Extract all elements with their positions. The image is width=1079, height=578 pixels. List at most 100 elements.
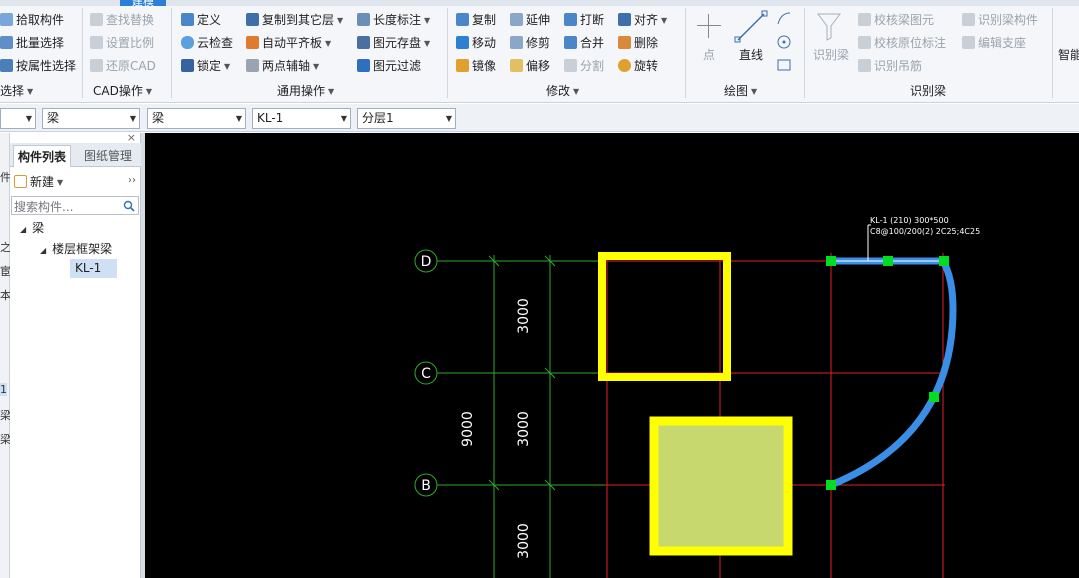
copy-button[interactable]: 复制 bbox=[456, 10, 496, 30]
break-button[interactable]: 打断 bbox=[564, 10, 604, 30]
mirror-icon bbox=[456, 59, 469, 72]
copy-icon bbox=[456, 13, 469, 26]
mirror-button[interactable]: 镜像 bbox=[456, 56, 496, 76]
break-icon bbox=[564, 13, 577, 26]
line-tool-label[interactable]: 直线 bbox=[739, 45, 763, 65]
svg-text:B: B bbox=[421, 478, 431, 494]
align-button[interactable]: 对齐 ▼ bbox=[618, 10, 667, 30]
selector-toolbar: ▼ 梁 ▼ 梁 ▼ KL-1 ▼ 分层1 ▼ bbox=[0, 104, 1079, 132]
grip-mid[interactable] bbox=[883, 256, 893, 266]
ribbon-separator bbox=[82, 8, 83, 98]
offset-icon bbox=[510, 59, 523, 72]
axis-icon bbox=[246, 59, 259, 72]
axis-bubble-c: C bbox=[414, 361, 438, 385]
merge-icon bbox=[564, 36, 577, 49]
category-combo[interactable]: 梁 ▼ bbox=[42, 108, 140, 129]
find-replace-icon bbox=[90, 13, 103, 26]
point-tool-icon[interactable] bbox=[697, 14, 721, 38]
tree-node[interactable]: ◢ 楼层框架梁 bbox=[40, 240, 112, 258]
chevron-down-icon: ▼ bbox=[445, 114, 452, 123]
axis-bubble-b: B bbox=[414, 473, 438, 497]
identify-beam-button[interactable]: 识别梁 bbox=[813, 45, 849, 65]
edit-support-button[interactable]: 编辑支座 bbox=[962, 33, 1026, 53]
tab-modeling[interactable]: 建模 bbox=[120, 0, 166, 6]
delete-button[interactable]: 删除 bbox=[618, 33, 658, 53]
auto-align-slab-button[interactable]: 自动平齐板 ▼ bbox=[246, 33, 331, 53]
filter-icon bbox=[357, 59, 370, 72]
identify-hanger-button[interactable]: 识别吊筋 bbox=[858, 56, 922, 76]
ribbon-separator bbox=[171, 8, 172, 98]
set-scale-button[interactable]: 设置比例 bbox=[90, 33, 154, 53]
split-button[interactable]: 分割 bbox=[564, 56, 604, 76]
restore-cad-button[interactable]: 还原CAD bbox=[90, 56, 156, 76]
component-panel: × 构件列表 图纸管理 新建 ▼ ›› 搜索构件... ◢ 梁 ◢ 楼层框架梁 KL-… bbox=[10, 131, 141, 578]
floor-combo[interactable]: ▼ bbox=[0, 108, 36, 129]
copy-floor-icon bbox=[246, 13, 259, 26]
draw-extra-icons[interactable] bbox=[775, 10, 793, 74]
rotate-button[interactable]: 旋转 bbox=[618, 56, 658, 76]
check-beam-elements-button[interactable]: 校核梁图元 bbox=[858, 10, 934, 30]
tree-root[interactable]: ◢ 梁 bbox=[20, 219, 44, 237]
axis-bubble-d: D bbox=[414, 249, 438, 273]
copy-to-other-floor-button[interactable]: 复制到其它层 ▼ bbox=[246, 10, 343, 30]
point-tool-label[interactable]: 点 bbox=[703, 45, 715, 65]
hanger-icon bbox=[858, 59, 871, 72]
search-input[interactable]: 搜索构件... bbox=[11, 196, 139, 215]
check-in-situ-annotation-button[interactable]: 校核原位标注 bbox=[858, 33, 946, 53]
length-dimension-button[interactable]: 长度标注 ▼ bbox=[357, 10, 430, 30]
smart-button[interactable]: 智能 bbox=[1058, 45, 1079, 65]
pick-component-button[interactable]: 拾取构件 bbox=[0, 10, 64, 30]
drawing-canvas[interactable]: D C B 3000 3000 3000 9000 KL-1 (210) 300… bbox=[145, 133, 1079, 578]
tab-component-list[interactable]: 构件列表 bbox=[13, 145, 72, 167]
batch-select-button[interactable]: 批量选择 bbox=[0, 33, 64, 53]
element-filter-button[interactable]: 图元过滤 bbox=[357, 56, 421, 76]
grip-corner[interactable] bbox=[939, 256, 949, 266]
merge-button[interactable]: 合并 bbox=[564, 33, 604, 53]
layer-combo[interactable]: 分层1 ▼ bbox=[357, 108, 456, 129]
chevron-down-icon: ▼ bbox=[235, 114, 242, 123]
new-button[interactable]: 新建 ▼ bbox=[14, 173, 63, 191]
cloud-icon bbox=[181, 36, 194, 49]
tree-leaf-selected[interactable]: KL-1 bbox=[70, 259, 117, 278]
type-combo[interactable]: 梁 ▼ bbox=[147, 108, 246, 129]
component-combo[interactable]: KL-1 ▼ bbox=[252, 108, 351, 129]
collapse-icon: ◢ bbox=[40, 246, 47, 255]
lock-button[interactable]: 锁定 ▼ bbox=[181, 56, 230, 76]
svg-text:C: C bbox=[421, 366, 431, 382]
group-modify-title: 修改 ▼ bbox=[546, 84, 580, 98]
grip-start[interactable] bbox=[826, 256, 836, 266]
extend-button[interactable]: 延伸 bbox=[510, 10, 550, 30]
expand-icon[interactable]: ›› bbox=[128, 175, 136, 186]
identify-beam-component-button[interactable]: 识别梁构件 bbox=[962, 10, 1038, 30]
grip-end[interactable] bbox=[826, 480, 836, 490]
select-by-attribute-button[interactable]: 按属性选择 bbox=[0, 56, 76, 76]
move-button[interactable]: 移动 bbox=[456, 33, 496, 53]
check-beam-icon bbox=[858, 13, 871, 26]
tab-drawing-management[interactable]: 图纸管理 bbox=[80, 145, 136, 167]
define-button[interactable]: 定义 bbox=[181, 10, 221, 30]
cloud-check-button[interactable]: 云检查 bbox=[181, 33, 233, 53]
offset-button[interactable]: 偏移 bbox=[510, 56, 550, 76]
two-point-axis-button[interactable]: 两点辅轴 ▼ bbox=[246, 56, 319, 76]
line-tool-icon[interactable] bbox=[734, 10, 770, 44]
align-icon bbox=[618, 13, 631, 26]
trim-icon bbox=[510, 36, 523, 49]
chevron-down-icon: ▼ bbox=[129, 114, 136, 123]
strip-label: 1 bbox=[0, 383, 7, 396]
left-dock-strip: 件 之 宦 本 1 梁 梁 bbox=[0, 133, 11, 578]
cad-drawing[interactable]: D C B 3000 3000 3000 9000 KL-1 (210) 300… bbox=[145, 133, 1079, 578]
dim-text-total: 9000 bbox=[460, 411, 476, 447]
identify-beam-icon[interactable] bbox=[816, 12, 842, 42]
attribute-icon bbox=[0, 59, 13, 72]
find-replace-button[interactable]: 查找替换 bbox=[90, 10, 154, 30]
trim-button[interactable]: 修剪 bbox=[510, 33, 550, 53]
search-icon[interactable] bbox=[123, 200, 135, 212]
grip-arc-mid[interactable] bbox=[929, 392, 939, 402]
svg-text:D: D bbox=[421, 254, 432, 270]
group-cad-title: CAD操作 ▼ bbox=[93, 84, 152, 98]
ribbon: 建模 拾取构件 批量选择 按属性选择 选择▼ 查找替换 设置比例 还原CAD C… bbox=[0, 0, 1079, 103]
identify-component-icon bbox=[962, 13, 975, 26]
chevron-down-icon: ▼ bbox=[340, 114, 347, 123]
save-elements-button[interactable]: 图元存盘 ▼ bbox=[357, 33, 430, 53]
ribbon-tab-strip: 建模 bbox=[0, 0, 1079, 6]
